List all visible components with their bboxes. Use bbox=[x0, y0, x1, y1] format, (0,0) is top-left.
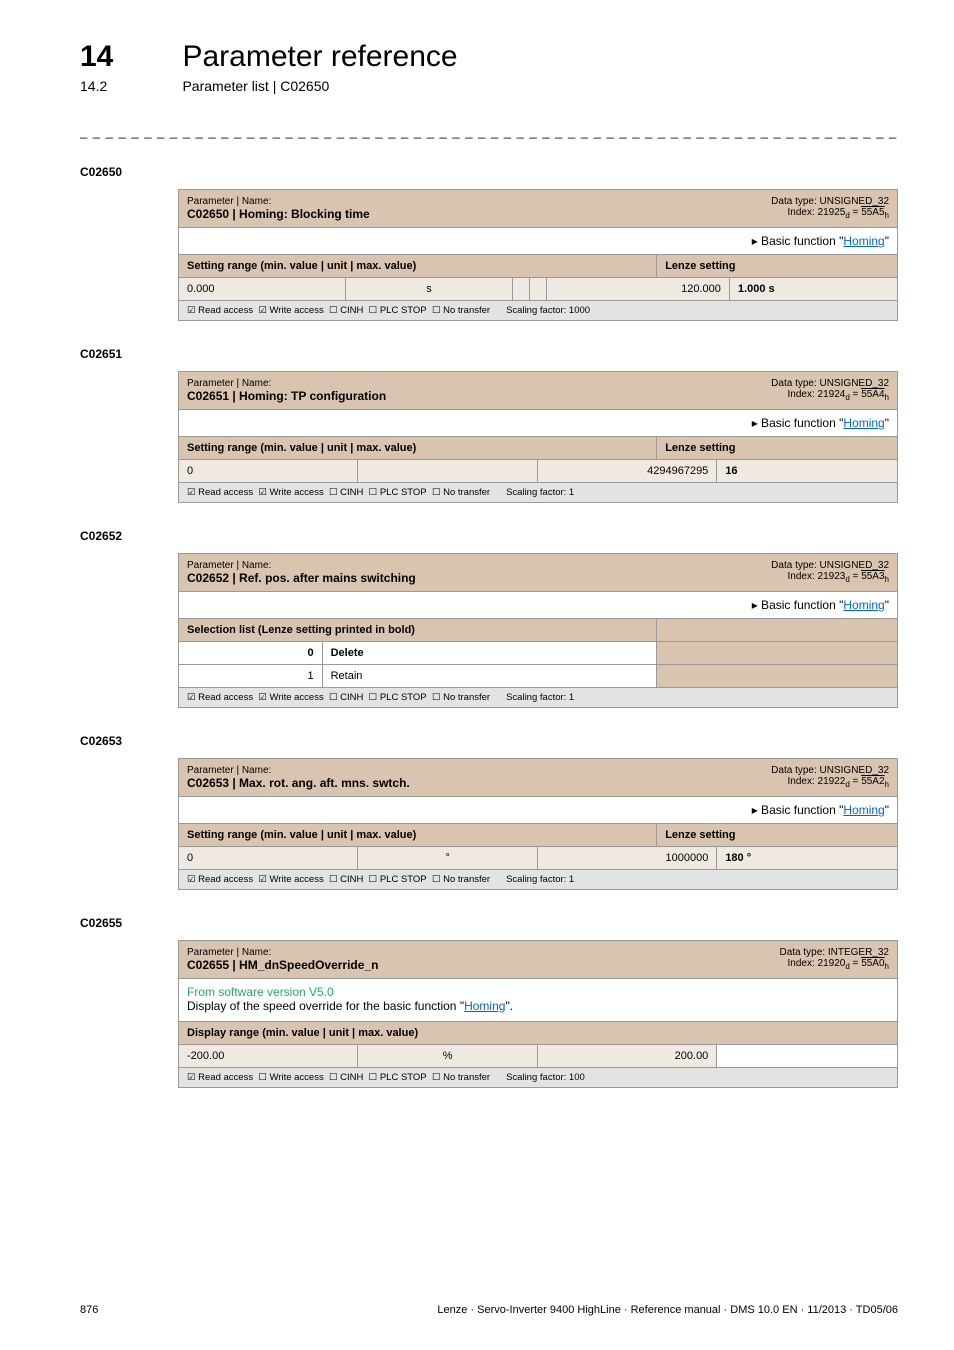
link-homing[interactable]: Homing bbox=[843, 234, 884, 248]
index-c02653: Index: 21922d = 55A2h bbox=[771, 776, 889, 789]
c02652-opt0-num: 0 bbox=[179, 642, 323, 664]
param-name-label: Parameter | Name: bbox=[187, 378, 755, 389]
scaling-c02650: Scaling factor: 1000 bbox=[498, 301, 897, 320]
param-anchor-c02652: C02652 bbox=[80, 529, 898, 543]
chapter-number: 14 bbox=[80, 40, 178, 74]
arrow-icon: ▸ Basic function " bbox=[752, 803, 844, 817]
c02655-unit: % bbox=[358, 1045, 537, 1067]
c02650-max: 120.000 bbox=[563, 278, 730, 300]
param-block-c02652: Parameter | Name: C02652 | Ref. pos. aft… bbox=[178, 553, 898, 708]
display-range-header: Display range (min. value | unit | max. … bbox=[179, 1022, 657, 1044]
param-block-c02650: Parameter | Name: C02650 | Homing: Block… bbox=[178, 189, 898, 321]
index-c02655: Index: 21920d = 55A0h bbox=[780, 958, 890, 971]
c02655-description: Display of the speed override for the ba… bbox=[187, 999, 889, 1013]
lenze-setting-header: Lenze setting bbox=[657, 437, 897, 459]
param-name-c02655: C02655 | HM_dnSpeedOverride_n bbox=[187, 958, 764, 972]
chapter-title: Parameter reference bbox=[182, 40, 457, 74]
c02653-unit: ° bbox=[358, 847, 537, 869]
from-software-version: From software version V5.0 bbox=[187, 985, 889, 999]
c02651-unit bbox=[358, 460, 537, 482]
param-name-label: Parameter | Name: bbox=[187, 196, 755, 207]
c02651-min: 0 bbox=[179, 460, 358, 482]
index-c02650: Index: 21925d = 55A5h bbox=[771, 207, 889, 220]
link-homing[interactable]: Homing bbox=[843, 803, 884, 817]
param-name-label: Parameter | Name: bbox=[187, 560, 755, 571]
index-c02651: Index: 21924d = 55A4h bbox=[771, 389, 889, 402]
link-homing[interactable]: Homing bbox=[843, 598, 884, 612]
param-name-c02650: C02650 | Homing: Blocking time bbox=[187, 207, 755, 221]
param-anchor-c02655: C02655 bbox=[80, 916, 898, 930]
divider-dashes: _ _ _ _ _ _ _ _ _ _ _ _ _ _ _ _ _ _ _ _ … bbox=[80, 124, 898, 139]
access-flags-c02651: ☑ Read access ☑ Write access ☐ CINH ☐ PL… bbox=[179, 483, 498, 502]
arrow-icon: ▸ Basic function " bbox=[752, 598, 844, 612]
subsection-header: 14.2 Parameter list | C02650 bbox=[80, 78, 898, 96]
c02651-lenze: 16 bbox=[717, 460, 897, 482]
param-name-c02652: C02652 | Ref. pos. after mains switching bbox=[187, 571, 755, 585]
data-type-c02655: Data type: INTEGER_32 bbox=[780, 947, 890, 958]
setting-range-header: Setting range (min. value | unit | max. … bbox=[179, 824, 657, 846]
data-type-c02653: Data type: UNSIGNED_32 bbox=[771, 765, 889, 776]
c02653-lenze: 180 ° bbox=[717, 847, 897, 869]
param-anchor-c02650: C02650 bbox=[80, 165, 898, 179]
data-type-c02651: Data type: UNSIGNED_32 bbox=[771, 378, 889, 389]
selection-list-header: Selection list (Lenze setting printed in… bbox=[179, 619, 657, 641]
param-name-label: Parameter | Name: bbox=[187, 765, 755, 776]
footer-info: Lenze · Servo-Inverter 9400 HighLine · R… bbox=[437, 1304, 898, 1316]
param-anchor-c02651: C02651 bbox=[80, 347, 898, 361]
link-homing[interactable]: Homing bbox=[843, 416, 884, 430]
scaling-c02653: Scaling factor: 1 bbox=[498, 870, 897, 889]
access-flags-c02653: ☑ Read access ☑ Write access ☐ CINH ☐ PL… bbox=[179, 870, 498, 889]
c02652-opt1-txt: Retain bbox=[323, 665, 658, 687]
c02653-max: 1000000 bbox=[538, 847, 717, 869]
scaling-c02655: Scaling factor: 100 bbox=[498, 1068, 897, 1087]
c02652-opt0-txt: Delete bbox=[323, 642, 658, 664]
index-c02652: Index: 21923d = 55A3h bbox=[771, 571, 889, 584]
page-footer: 876 Lenze · Servo-Inverter 9400 HighLine… bbox=[80, 1304, 898, 1316]
param-name-c02651: C02651 | Homing: TP configuration bbox=[187, 389, 755, 403]
arrow-icon: ▸ Basic function " bbox=[752, 416, 844, 430]
link-homing[interactable]: Homing bbox=[464, 999, 505, 1013]
param-name-c02653: C02653 | Max. rot. ang. aft. mns. swtch. bbox=[187, 776, 755, 790]
lenze-setting-header: Lenze setting bbox=[657, 255, 897, 277]
setting-range-header: Setting range (min. value | unit | max. … bbox=[179, 437, 657, 459]
subsection-number: 14.2 bbox=[80, 78, 178, 94]
scaling-c02652: Scaling factor: 1 bbox=[498, 688, 897, 707]
chapter-header: 14 Parameter reference bbox=[80, 40, 898, 74]
param-anchor-c02653: C02653 bbox=[80, 734, 898, 748]
access-flags-c02652: ☑ Read access ☑ Write access ☐ CINH ☐ PL… bbox=[179, 688, 498, 707]
data-type-c02652: Data type: UNSIGNED_32 bbox=[771, 560, 889, 571]
param-block-c02653: Parameter | Name: C02653 | Max. rot. ang… bbox=[178, 758, 898, 890]
lenze-setting-header: Lenze setting bbox=[657, 824, 897, 846]
c02651-max: 4294967295 bbox=[538, 460, 717, 482]
access-flags-c02650: ☑ Read access ☑ Write access ☐ CINH ☐ PL… bbox=[179, 301, 498, 320]
c02655-min: -200.00 bbox=[179, 1045, 358, 1067]
param-block-c02655: Parameter | Name: C02655 | HM_dnSpeedOve… bbox=[178, 940, 898, 1088]
page-number: 876 bbox=[80, 1304, 98, 1316]
arrow-icon: ▸ Basic function " bbox=[752, 234, 844, 248]
data-type-c02650: Data type: UNSIGNED_32 bbox=[771, 196, 889, 207]
setting-range-header: Setting range (min. value | unit | max. … bbox=[179, 255, 657, 277]
c02650-lenze: 1.000 s bbox=[730, 278, 897, 300]
param-block-c02651: Parameter | Name: C02651 | Homing: TP co… bbox=[178, 371, 898, 503]
subsection-title: Parameter list | C02650 bbox=[182, 78, 329, 94]
c02650-min: 0.000 bbox=[179, 278, 346, 300]
scaling-c02651: Scaling factor: 1 bbox=[498, 483, 897, 502]
c02652-opt1-num: 1 bbox=[179, 665, 323, 687]
c02655-max: 200.00 bbox=[538, 1045, 717, 1067]
c02653-min: 0 bbox=[179, 847, 358, 869]
access-flags-c02655: ☑ Read access ☐ Write access ☐ CINH ☐ PL… bbox=[179, 1068, 498, 1087]
c02650-unit: s bbox=[346, 278, 513, 300]
param-name-label: Parameter | Name: bbox=[187, 947, 764, 958]
